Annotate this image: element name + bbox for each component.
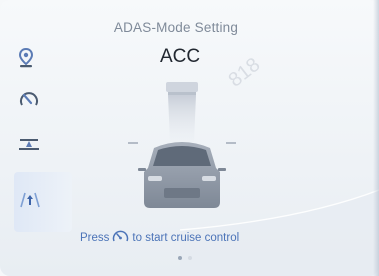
sidebar-item-lane-keep[interactable] xyxy=(18,128,58,164)
adaptive-cruise-icon xyxy=(18,191,42,214)
mode-sidebar xyxy=(0,0,76,276)
ego-vehicle-icon xyxy=(128,142,236,208)
speed-limit-icon xyxy=(18,89,40,116)
adas-settings-screen: 818 ADAS-Mode Setting ACC Press to start… xyxy=(0,0,379,276)
location-pin-icon xyxy=(18,47,34,73)
selected-mode-label: ACC xyxy=(159,46,201,67)
hint-suffix: to start cruise control xyxy=(132,232,240,244)
page-dot-1[interactable] xyxy=(178,256,182,260)
page-indicator xyxy=(165,256,205,262)
lead-vehicle-icon xyxy=(166,82,198,92)
hint-prefix: Press xyxy=(80,232,110,244)
sidebar-item-location[interactable] xyxy=(18,42,58,78)
page-dot-2[interactable] xyxy=(188,256,192,260)
lane-keep-icon xyxy=(18,136,40,157)
page-title: ADAS-Mode Setting xyxy=(113,20,239,35)
screen-edge-highlight xyxy=(373,0,379,276)
sidebar-item-adaptive-cruise[interactable] xyxy=(14,172,72,232)
cruise-control-icon xyxy=(112,229,129,247)
sidebar-item-speed-limit[interactable] xyxy=(18,84,58,120)
car-illustration xyxy=(128,82,236,208)
cruise-hint: Press to start cruise control xyxy=(80,229,300,247)
